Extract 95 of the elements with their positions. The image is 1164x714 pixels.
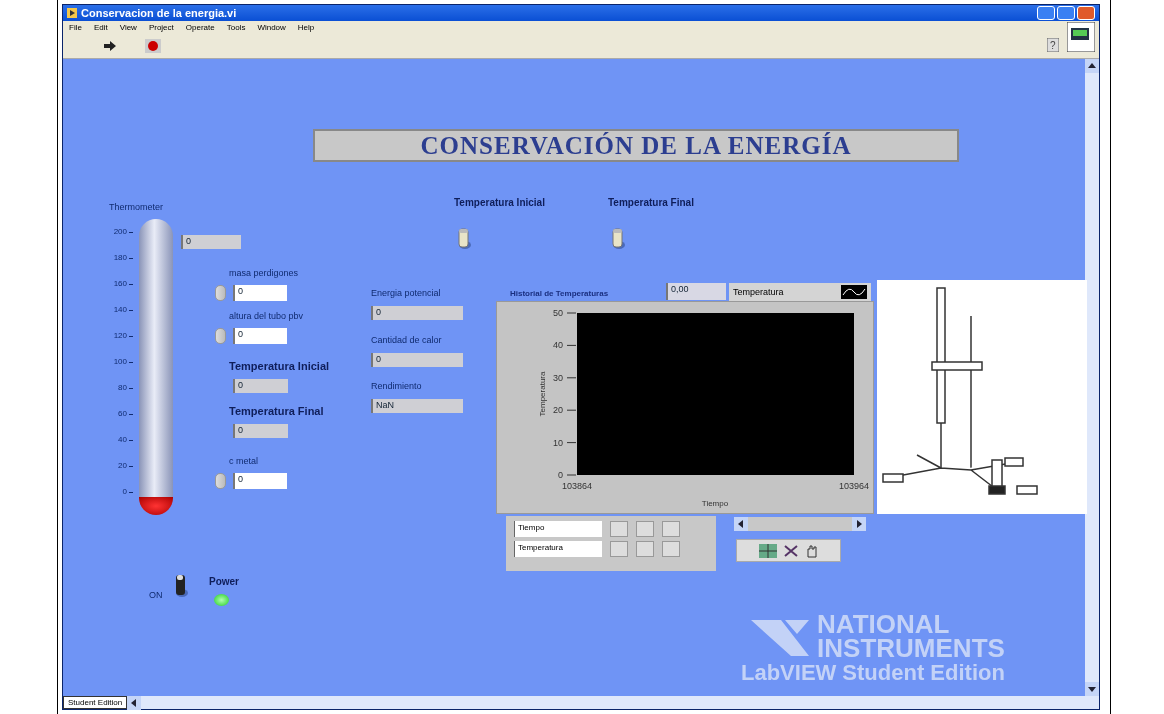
close-button[interactable] (1077, 6, 1095, 20)
y-tick-label: 20 (553, 405, 563, 416)
lock-button[interactable] (610, 521, 628, 537)
numeric-input-field[interactable]: 0 (233, 285, 287, 301)
menu-item[interactable]: Edit (93, 23, 108, 32)
run-arrow-icon[interactable] (103, 40, 117, 52)
context-tab[interactable]: Student Edition (63, 696, 128, 709)
autoscale-button[interactable] (636, 521, 654, 537)
field-label: Temperatura Inicial (229, 360, 330, 372)
x-axis-title: Tiempo (701, 499, 729, 508)
menu-item[interactable]: Tools (226, 23, 246, 32)
lock-button[interactable] (610, 541, 628, 557)
scroll-right-button[interactable] (852, 517, 866, 531)
menu-item[interactable]: File (69, 23, 82, 32)
line-style-icon (841, 285, 867, 299)
scale-label: 180 (112, 252, 127, 264)
help-icon[interactable]: ? (1047, 38, 1059, 52)
scale-name: Tiempo (514, 521, 602, 537)
y-tick-label: 0 (558, 470, 563, 480)
scale-label: 160 (112, 278, 127, 290)
scale-label: 100 (112, 356, 127, 368)
autoscale-button[interactable] (636, 541, 654, 557)
toggle-switch[interactable] (610, 225, 626, 251)
legend-label: Temperatura (733, 287, 784, 297)
scale-label: 0 (121, 486, 127, 498)
menu-item[interactable]: Project (148, 23, 174, 32)
increment-decrement-button[interactable] (215, 328, 226, 344)
vi-icon (1067, 22, 1095, 52)
field-label: c metal (229, 456, 258, 466)
x-tick-label: 103864 (562, 481, 592, 491)
power-label: Power (209, 576, 239, 587)
numeric-indicator: 0 (371, 353, 463, 367)
field-label: Cantidad de calor (371, 335, 442, 345)
toggle-switch[interactable] (456, 225, 472, 251)
scale-label: 200 (112, 226, 127, 238)
scale-label: 60 (117, 408, 127, 420)
graph-label: Historial de Temperaturas (510, 289, 609, 298)
toggle-switch[interactable] (173, 573, 189, 599)
cursor-tool-icon[interactable] (758, 543, 777, 558)
thermometer-readout: 0 (181, 235, 241, 249)
logo-text: NATIONAL (817, 612, 951, 636)
hand-tool-icon[interactable] (804, 543, 819, 558)
thermometer-bulb (139, 497, 173, 515)
app-icon (67, 8, 77, 18)
format-button[interactable] (662, 541, 680, 557)
scroll-down-button[interactable] (1085, 682, 1099, 696)
switch-label: Temperatura Final (608, 197, 694, 208)
scale-label: 140 (112, 304, 127, 316)
numeric-indicator: 0 (233, 424, 288, 438)
menu-item[interactable]: Operate (185, 23, 215, 32)
scale-label: 80 (117, 382, 127, 394)
maximize-button[interactable] (1057, 6, 1075, 20)
minimize-button[interactable] (1037, 6, 1055, 20)
scroll-up-button[interactable] (1085, 59, 1099, 73)
panel-title: CONSERVACIÓN DE LA ENERGÍA (313, 129, 959, 162)
y-tick-label: 40 (553, 340, 563, 351)
menu-item[interactable]: Help (297, 23, 315, 32)
graph-scrollbar[interactable] (734, 517, 866, 531)
y-axis-title: Temperatura (538, 371, 547, 417)
logo-text: Student Edition (842, 660, 1005, 686)
menu-item[interactable]: Window (257, 23, 286, 32)
plot-legend[interactable]: Temperatura (729, 283, 871, 301)
field-label: Temperatura Final (229, 405, 324, 417)
increment-decrement-button[interactable] (215, 473, 226, 489)
menu-item[interactable]: View (119, 23, 137, 32)
x-tick-label: 103964 (839, 481, 869, 491)
scale-label: 40 (117, 434, 127, 446)
scale-label: 20 (117, 460, 127, 472)
numeric-indicator: 0 (371, 306, 463, 320)
switch-label: Temperatura Inicial (454, 197, 545, 208)
increment-decrement-button[interactable] (215, 285, 226, 301)
numeric-indicator: NaN (371, 399, 463, 413)
scroll-left-button[interactable] (734, 517, 748, 531)
vertical-scrollbar[interactable] (1085, 59, 1099, 696)
cursor-readout: 0,00 (666, 283, 726, 300)
thermometer-label: Thermometer (109, 202, 163, 212)
stop-button-icon[interactable] (145, 39, 161, 53)
logo-text: INSTRUMENTS (817, 636, 1005, 660)
field-label: Rendimiento (371, 381, 422, 391)
window-title: Conservacion de la energia.vi (81, 7, 238, 19)
scale-label: 120 (112, 330, 127, 342)
graph-palette[interactable] (736, 539, 841, 562)
numeric-input-field[interactable]: 0 (233, 328, 287, 344)
scale-name: Temperatura (514, 541, 602, 557)
logo-text: LabVIEW (741, 660, 837, 686)
field-label: altura del tubo pbv (229, 311, 304, 321)
y-tick-label: 50 (553, 308, 563, 318)
y-tick-label: 30 (553, 372, 563, 383)
switch-label: ON (149, 590, 163, 600)
format-button[interactable] (662, 521, 680, 537)
field-label: masa perdigones (229, 268, 299, 278)
numeric-input-field[interactable]: 0 (233, 473, 287, 489)
numeric-indicator: 0 (233, 379, 288, 393)
field-label: Energia potencial (371, 288, 441, 298)
y-tick-label: 10 (553, 437, 563, 448)
